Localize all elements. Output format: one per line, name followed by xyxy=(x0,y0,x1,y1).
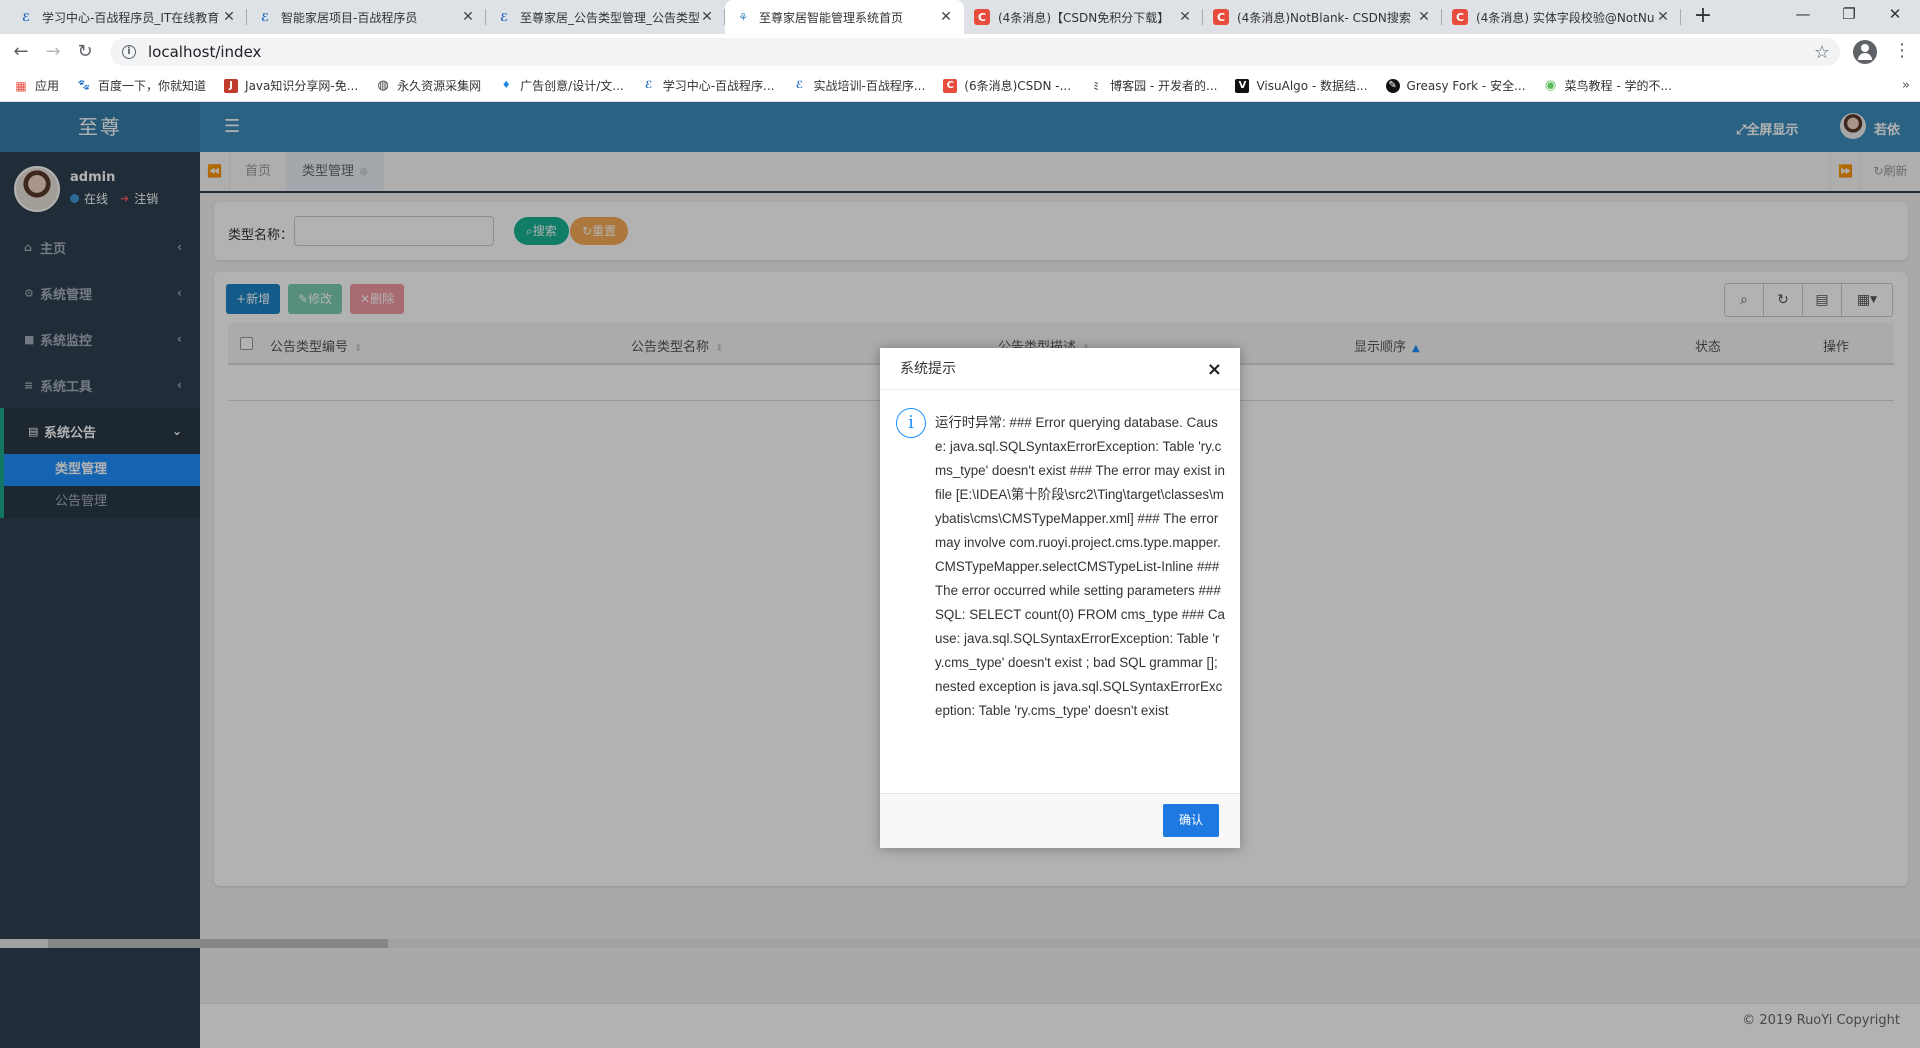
cnblogs-icon: ﾐ xyxy=(1093,82,1099,93)
reload-icon[interactable]: ↻ xyxy=(72,40,98,64)
browser-tab-strip: ℰ 学习中心-百战程序员_IT在线教育 ✕ ℰ 智能家居项目-百战程序员 ✕ ℰ… xyxy=(0,0,1920,34)
confirm-button[interactable]: 确认 xyxy=(1163,804,1219,837)
bookmarks-bar: ▦ 应用 🐾 百度一下，你就知道 J Java知识分享网-免... ◍ 永久资源采集网 … xyxy=(0,70,1920,102)
close-icon[interactable]: ✕ xyxy=(1416,9,1432,25)
e-icon: ℰ xyxy=(645,80,653,91)
close-icon[interactable]: ✕ xyxy=(1655,9,1671,25)
bookmark[interactable]: ♦ 广告创意/设计/文... xyxy=(499,77,624,94)
e-icon: ℰ xyxy=(499,10,509,24)
bookmark[interactable]: V VisuAlgo - 数据结... xyxy=(1235,77,1368,94)
apps-icon: ▦ xyxy=(15,78,27,93)
bookmark[interactable]: J Java知识分享网-免... xyxy=(224,77,358,94)
forward-icon[interactable]: → xyxy=(40,40,66,64)
restore-button[interactable]: ❐ xyxy=(1826,0,1872,30)
e-icon: ℰ xyxy=(260,10,270,24)
more-icon[interactable]: ⋮ xyxy=(1893,40,1911,61)
visualgo-icon: V xyxy=(1235,78,1250,93)
url-field[interactable]: i localhost/index ☆ xyxy=(110,38,1840,66)
minimize-button[interactable]: — xyxy=(1780,0,1826,30)
baidu-icon: 🐾 xyxy=(77,80,91,91)
back-icon[interactable]: ← xyxy=(8,40,34,64)
bookmark-apps[interactable]: ▦ 应用 xyxy=(14,77,59,94)
bookmark[interactable]: ◍ 永久资源采集网 xyxy=(376,77,481,94)
bookmark[interactable]: C (6条消息)CSDN -... xyxy=(943,77,1071,94)
close-icon[interactable]: ✕ xyxy=(699,9,715,25)
close-icon[interactable]: ✕ xyxy=(1177,9,1193,25)
bookmark[interactable]: 🐾 百度一下，你就知道 xyxy=(77,77,206,94)
greasyfork-icon: ✎ xyxy=(1385,78,1400,93)
browser-tab[interactable]: ℰ 学习中心-百战程序员_IT在线教育 ✕ xyxy=(8,0,247,34)
e-icon: ℰ xyxy=(795,80,804,91)
close-icon[interactable]: × xyxy=(1207,359,1222,380)
new-tab-button[interactable]: + xyxy=(1690,5,1716,29)
window-close-button[interactable]: ✕ xyxy=(1872,0,1918,30)
dialog-message: 运行时异常: ### Error querying database. Caus… xyxy=(935,415,1225,718)
browser-tab[interactable]: C (4条消息)NotBlank- CSDN搜索 ✕ xyxy=(1203,0,1442,34)
globe-icon: ◍ xyxy=(377,78,389,93)
dialog-footer: 确认 xyxy=(880,793,1240,848)
browser-tab[interactable]: C (4条消息)【CSDN免积分下载】 ✕ xyxy=(964,0,1203,34)
runoob-icon: ◉ xyxy=(1544,78,1557,93)
profile-icon[interactable] xyxy=(1853,40,1877,64)
close-icon[interactable]: ✕ xyxy=(221,9,237,25)
browser-tab[interactable]: ℰ 智能家居项目-百战程序员 ✕ xyxy=(247,0,486,34)
browser-tab[interactable]: C (4条消息) 实体字段校验@NotNu ✕ xyxy=(1442,0,1681,34)
e-icon: ℰ xyxy=(21,10,31,24)
dialog-title: 系统提示 xyxy=(880,348,1240,390)
csdn-icon: C xyxy=(943,78,958,93)
error-dialog: 系统提示 × i 运行时异常: ### Error querying datab… xyxy=(880,348,1240,848)
j-icon: J xyxy=(224,78,239,93)
close-icon[interactable]: ✕ xyxy=(938,9,954,25)
lotus-icon: ⚘ xyxy=(738,10,748,24)
bookmark[interactable]: ◉ 菜鸟教程 - 学的不... xyxy=(1544,77,1672,94)
drop-icon: ♦ xyxy=(501,80,511,91)
info-icon[interactable]: i xyxy=(122,45,136,59)
address-bar-row: ← → ↻ i localhost/index ☆ ⋮ xyxy=(0,34,1920,70)
csdn-icon: C xyxy=(1452,9,1468,25)
info-icon: i xyxy=(896,408,926,438)
bookmark[interactable]: ✎ Greasy Fork - 安全... xyxy=(1385,77,1526,94)
bookmark[interactable]: ℰ 学习中心-百战程序... xyxy=(642,77,774,94)
close-icon[interactable]: ✕ xyxy=(460,9,476,25)
csdn-icon: C xyxy=(1213,9,1229,25)
bookmark[interactable]: ﾐ博客园 - 开发者的... xyxy=(1089,77,1218,94)
csdn-icon: C xyxy=(974,9,990,25)
bookmark[interactable]: ℰ 实战培训-百战程序... xyxy=(792,77,925,94)
bookmarks-overflow-icon[interactable]: » xyxy=(1902,78,1910,93)
browser-tab[interactable]: ℰ 至尊家居_公告类型管理_公告类型 ✕ xyxy=(486,0,725,34)
browser-tab-active[interactable]: ⚘ 至尊家居智能管理系统首页 ✕ xyxy=(725,0,964,34)
star-icon[interactable]: ☆ xyxy=(1814,42,1830,63)
